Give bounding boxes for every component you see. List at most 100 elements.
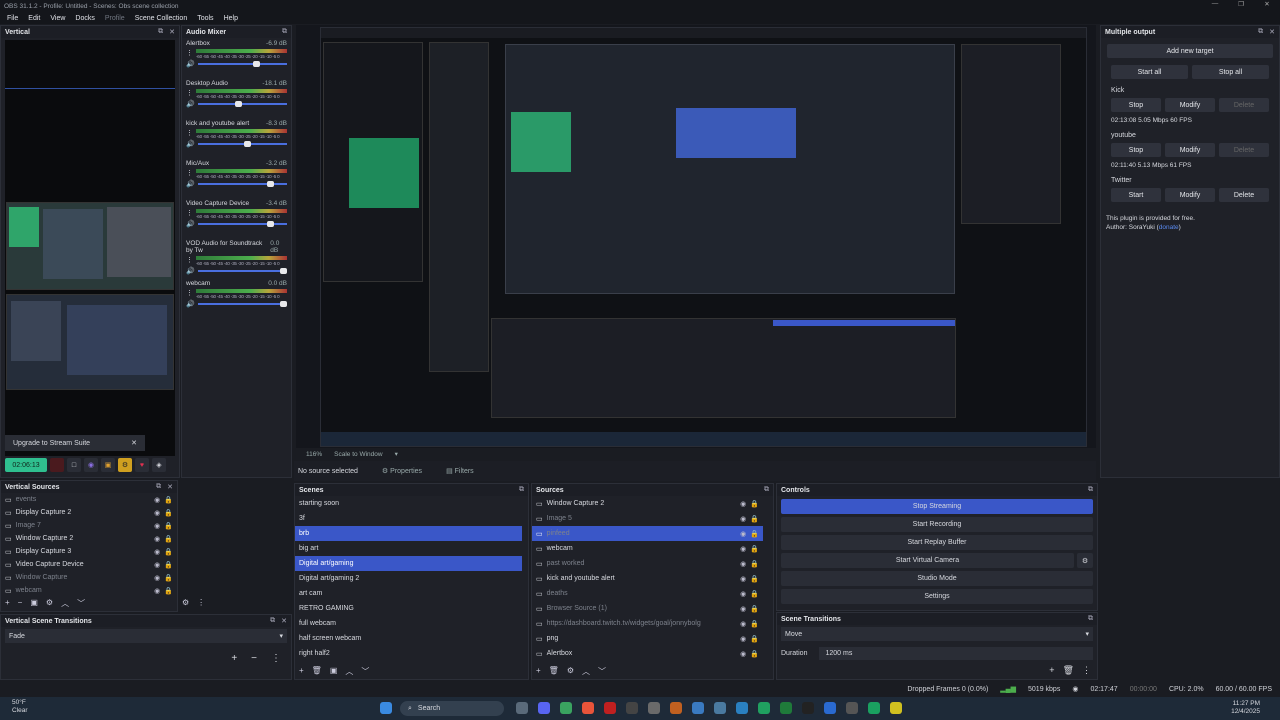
more-icon[interactable]: ⋮ xyxy=(186,209,193,217)
add-icon[interactable]: + xyxy=(231,653,237,664)
duration-input[interactable]: 1200 ms xyxy=(819,647,1093,660)
trash-icon[interactable]: 🗑 xyxy=(1063,665,1074,676)
dock-icon[interactable]: ◈ xyxy=(152,458,166,472)
add-target-button[interactable]: Add new target xyxy=(1107,44,1273,58)
upgrade-banner[interactable]: Upgrade to Stream Suite ✕ xyxy=(5,435,145,451)
float-icon[interactable]: ⧉ xyxy=(270,617,275,625)
lock-icon[interactable]: 🔒 xyxy=(750,590,759,598)
lock-icon[interactable]: 🔒 xyxy=(164,496,173,504)
menu-help[interactable]: Help xyxy=(219,15,243,22)
slider-knob[interactable] xyxy=(235,101,243,107)
menu-profile[interactable]: Profile xyxy=(100,15,130,22)
float-icon[interactable]: ⧉ xyxy=(519,486,524,494)
minimize-button[interactable]: — xyxy=(1202,0,1228,8)
vertical-preview[interactable] xyxy=(5,40,175,456)
target-toggle-button[interactable]: Start xyxy=(1111,188,1161,202)
menu-tools[interactable]: Tools xyxy=(192,15,218,22)
excel-icon[interactable] xyxy=(780,702,792,714)
float-icon[interactable]: ⧉ xyxy=(1258,28,1263,36)
target-modify-button[interactable]: Modify xyxy=(1165,188,1215,202)
app-icon-6[interactable] xyxy=(846,702,858,714)
remove-icon[interactable]: − xyxy=(18,598,23,609)
more-icon[interactable]: ⋮ xyxy=(186,169,193,177)
slider-knob[interactable] xyxy=(266,181,274,187)
eye-icon[interactable]: ◉ xyxy=(740,560,746,568)
speaker-icon[interactable]: 🔊 xyxy=(186,60,195,68)
move-down-icon[interactable]: ﹀ xyxy=(77,598,85,609)
gear-icon[interactable]: ⚙ xyxy=(46,598,53,609)
float-icon[interactable]: ⧉ xyxy=(158,28,163,36)
eye-icon[interactable]: ◉ xyxy=(740,635,746,643)
list-item[interactable]: ▭ webcam ◉ 🔒 xyxy=(1,584,177,597)
sticky-notes-icon[interactable] xyxy=(890,702,902,714)
lock-icon[interactable]: 🔒 xyxy=(164,548,173,556)
eye-icon[interactable]: ◉ xyxy=(154,561,160,569)
scene-item[interactable]: Digital art/gaming 2 xyxy=(295,571,522,586)
float-icon[interactable]: ⧉ xyxy=(764,486,769,494)
target-modify-button[interactable]: Modify xyxy=(1165,143,1215,157)
list-item[interactable]: ▭ Window Capture 2 ◉ 🔒 xyxy=(1,532,177,545)
close-icon[interactable]: ✕ xyxy=(131,439,137,447)
list-item[interactable]: ▭ events ◉ 🔒 xyxy=(1,493,177,506)
eye-icon[interactable]: ◉ xyxy=(154,522,160,530)
list-item[interactable]: ▭ Window Capture ◉ 🔒 xyxy=(1,571,177,584)
clock[interactable]: 11:27 PM 12/4/2025 xyxy=(1231,700,1260,716)
volume-slider[interactable] xyxy=(197,181,287,187)
eye-icon[interactable]: ◉ xyxy=(154,496,160,504)
opera-icon[interactable] xyxy=(604,702,616,714)
more-icon[interactable]: ⋮ xyxy=(1082,665,1091,676)
menu-edit[interactable]: Edit xyxy=(23,15,45,22)
add-icon[interactable]: + xyxy=(536,666,541,677)
more-icon[interactable]: ⋮ xyxy=(186,256,193,264)
float-icon[interactable]: ⧉ xyxy=(282,28,287,36)
lock-icon[interactable]: 🔒 xyxy=(164,587,173,595)
obs-icon[interactable] xyxy=(626,702,638,714)
eye-icon[interactable]: ◉ xyxy=(154,587,160,595)
filters-button[interactable]: ▤ Filters xyxy=(446,467,474,475)
app-icon-5[interactable] xyxy=(824,702,836,714)
app-icon-2[interactable] xyxy=(670,702,682,714)
target-toggle-button[interactable]: Stop xyxy=(1111,143,1161,157)
speaker-icon[interactable]: 🔊 xyxy=(186,300,195,308)
gear-icon[interactable]: ⚙ xyxy=(1077,553,1093,568)
scale-select[interactable]: Scale to Window xyxy=(334,451,382,458)
scene-item[interactable]: RETRO GAMING xyxy=(295,601,522,616)
search-box[interactable]: ⌕ Search xyxy=(400,701,504,716)
lock-icon[interactable]: 🔒 xyxy=(750,575,759,583)
speaker-icon[interactable]: 🔊 xyxy=(186,220,195,228)
volume-slider[interactable] xyxy=(197,221,287,227)
list-item[interactable]: ▭ deaths ◉ 🔒 xyxy=(532,586,763,601)
virtual-cam-icon[interactable]: ◉ xyxy=(84,458,98,472)
task-view-icon[interactable] xyxy=(516,702,528,714)
menu-scene-collection[interactable]: Scene Collection xyxy=(130,15,193,22)
eye-icon[interactable]: ◉ xyxy=(740,590,746,598)
stop-all-button[interactable]: Stop all xyxy=(1192,65,1269,79)
lock-icon[interactable]: 🔒 xyxy=(164,561,173,569)
app-icon-7[interactable] xyxy=(868,702,880,714)
lock-icon[interactable]: 🔒 xyxy=(750,530,759,538)
speaker-icon[interactable]: 🔊 xyxy=(186,140,195,148)
main-preview[interactable] xyxy=(296,25,1096,448)
lock-icon[interactable]: 🔒 xyxy=(750,500,759,508)
scene-item[interactable]: half screen webcam xyxy=(295,631,522,646)
trash-icon[interactable]: 🗑 xyxy=(312,666,322,677)
more-icon[interactable]: ⋮ xyxy=(186,289,193,297)
start-recording-button[interactable]: Start Recording xyxy=(781,517,1093,532)
lock-icon[interactable]: 🔒 xyxy=(164,522,173,530)
eye-icon[interactable]: ◉ xyxy=(740,515,746,523)
eye-icon[interactable]: ◉ xyxy=(740,545,746,553)
eye-icon[interactable]: ◉ xyxy=(154,548,160,556)
float-icon[interactable]: ⧉ xyxy=(156,483,161,491)
lock-icon[interactable]: 🔒 xyxy=(750,635,759,643)
list-item[interactable]: ▭ Alertbox ◉ 🔒 xyxy=(532,646,763,661)
eye-icon[interactable]: ◉ xyxy=(740,575,746,583)
file-explorer-icon[interactable] xyxy=(692,702,704,714)
list-item[interactable]: ▭ Display Capture 3 ◉ 🔒 xyxy=(1,545,177,558)
remove-icon[interactable]: − xyxy=(251,653,257,664)
app-icon-4[interactable] xyxy=(758,702,770,714)
scene-item[interactable]: art cam xyxy=(295,586,522,601)
list-item[interactable]: ▭ https://dashboard.twitch.tv/widgets/goa… xyxy=(532,616,763,631)
settings-button[interactable]: Settings xyxy=(781,589,1093,604)
more-icon[interactable]: ⋮ xyxy=(271,653,281,664)
gear-icon[interactable]: ⚙ xyxy=(182,598,189,607)
